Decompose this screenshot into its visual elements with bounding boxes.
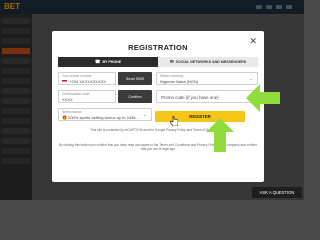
promo-code-input[interactable]: Promo code (if you have one)	[156, 90, 258, 103]
phone-number: XXXXXXXXXX	[79, 79, 106, 84]
nigeria-flag-icon	[62, 80, 67, 84]
phone-field[interactable]: Your phone number +234 XXXXXXXXXX	[58, 72, 116, 85]
phone-label: Your phone number	[62, 74, 92, 78]
chevron-down-icon: ⌄	[142, 112, 147, 118]
arrow-up-icon	[206, 118, 234, 152]
bonus-value: 🎁 200% sports betting bonus up to 2436..…	[62, 115, 139, 120]
confirmation-code-field[interactable]: Confirmation code XXXX	[58, 90, 116, 103]
bonus-label: Select bonus	[62, 110, 82, 114]
registration-modal: ✕ REGISTRATION ☎ BY PHONE ✉ SOCIAL NETWO…	[52, 31, 264, 182]
modal-title: REGISTRATION	[128, 43, 188, 52]
confirmation-value: XXXX	[62, 97, 73, 102]
bonus-select[interactable]: Select bonus 🎁 200% sports betting bonus…	[58, 108, 152, 121]
bonus-text: 200% sports betting bonus up to 2436...	[68, 115, 139, 120]
currency-value: Nigerian Naira (NGN)	[160, 79, 199, 84]
gift-icon: 🎁	[62, 115, 67, 120]
phone-value: +234 XXXXXXXXXX	[62, 79, 106, 84]
hand-cursor-icon	[170, 116, 178, 126]
chevron-down-icon: ⌄	[248, 76, 253, 82]
send-sms-button[interactable]: Send SMS	[118, 72, 152, 85]
arrow-left-icon	[246, 84, 280, 112]
chat-icon: ✉	[169, 59, 174, 64]
confirm-button[interactable]: Confirm	[118, 90, 152, 103]
currency-label: Select currency	[160, 74, 184, 78]
confirmation-label: Confirmation code	[62, 92, 90, 96]
currency-select[interactable]: Select currency Nigerian Naira (NGN) ⌄	[156, 72, 258, 85]
ask-question-button[interactable]: ASK A QUESTION	[252, 187, 302, 198]
tab-by-phone[interactable]: ☎ BY PHONE	[58, 57, 158, 67]
tab-label: SOCIAL NETWORKS AND MESSENGERS	[175, 60, 247, 64]
phone-code: +234	[69, 79, 79, 84]
tab-social-networks[interactable]: ✉ SOCIAL NETWORKS AND MESSENGERS	[158, 57, 258, 67]
registration-tabs: ☎ BY PHONE ✉ SOCIAL NETWORKS AND MESSENG…	[58, 57, 258, 67]
phone-icon: ☎	[94, 59, 101, 64]
tab-label: BY PHONE	[102, 60, 122, 64]
promo-code-placeholder: Promo code (if you have one)	[161, 95, 219, 100]
